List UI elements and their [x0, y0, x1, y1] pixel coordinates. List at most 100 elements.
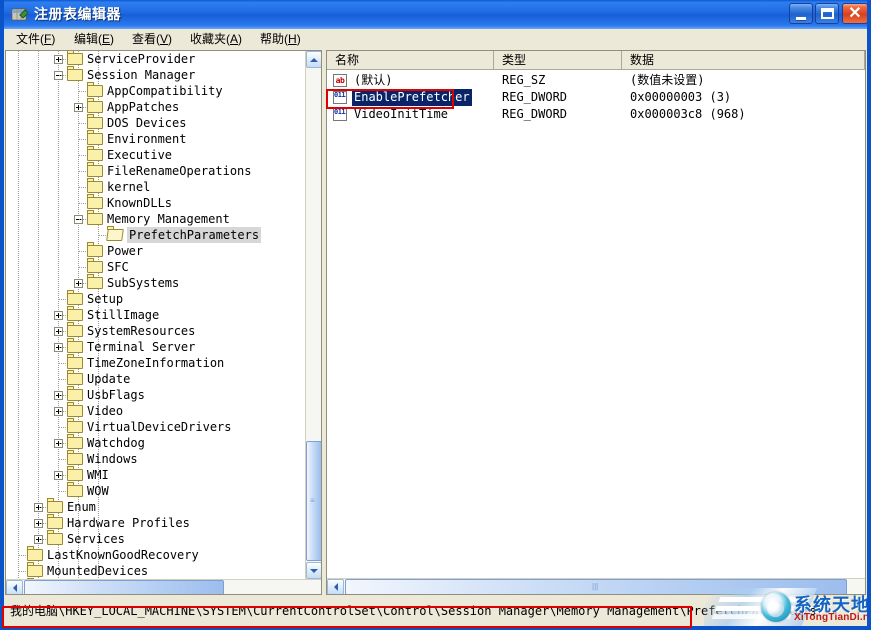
- folder-icon: [67, 389, 84, 402]
- folder-icon: [67, 53, 84, 66]
- folder-icon: [47, 501, 64, 514]
- tree-indent-guide: [38, 51, 39, 579]
- tree-node-label: Terminal Server: [87, 339, 195, 355]
- menu-item-1[interactable]: 文件(F): [12, 31, 59, 48]
- tree-node-label: TimeZoneInformation: [87, 355, 224, 371]
- folder-icon: [67, 373, 84, 386]
- tree-node-label: Services: [67, 531, 125, 547]
- tree-vertical-scrollbar[interactable]: ≡: [305, 51, 321, 579]
- tree-node-label: MountedDevices: [47, 563, 148, 579]
- folder-icon: [67, 437, 84, 450]
- registry-tree-pane[interactable]: ServiceProviderSession ManagerAppCompati…: [5, 50, 322, 595]
- close-icon: ✕: [843, 4, 867, 23]
- tree-node-label: UsbFlags: [87, 387, 145, 403]
- folder-icon: [67, 421, 84, 434]
- registry-editor-icon: [11, 6, 28, 23]
- value-name: VideoInitTime: [352, 106, 450, 123]
- tree-node-label: Executive: [107, 147, 172, 163]
- tree-node-label: Enum: [67, 499, 96, 515]
- status-bar: 我的电脑\HKEY_LOCAL_MACHINE\SYSTEM\CurrentCo…: [5, 599, 866, 620]
- tree-node-label: FileRenameOperations: [107, 163, 252, 179]
- maximize-icon: [816, 4, 838, 23]
- tree-node-label: Video: [87, 403, 123, 419]
- window-title: 注册表编辑器: [34, 4, 121, 24]
- folder-icon: [67, 309, 84, 322]
- folder-icon: [87, 85, 104, 98]
- folder-icon: [87, 117, 104, 130]
- tree-scroll-down-button[interactable]: [306, 562, 322, 579]
- tree-scroll-thumb[interactable]: ≡: [306, 441, 322, 561]
- tree-node-label: SFC: [107, 259, 129, 275]
- tree-horizontal-scrollbar[interactable]: [6, 579, 321, 595]
- value-data: (数值未设置): [630, 72, 704, 89]
- menu-item-4[interactable]: 收藏夹(A): [186, 31, 246, 48]
- tree-node-label: VirtualDeviceDrivers: [87, 419, 232, 435]
- folder-icon: [87, 213, 104, 226]
- close-button[interactable]: ✕: [842, 3, 868, 24]
- folder-icon: [87, 133, 104, 146]
- list-hscroll-thumb[interactable]: |||: [345, 579, 847, 595]
- tree-node-label: SubSystems: [107, 275, 179, 291]
- column-header-3[interactable]: 数据: [622, 51, 865, 69]
- menu-bar: 文件(F) 编辑(E) 查看(V) 收藏夹(A) 帮助(H): [4, 29, 867, 51]
- client-area: ServiceProviderSession ManagerAppCompati…: [4, 50, 867, 606]
- tree-node-label: Environment: [107, 131, 186, 147]
- folder-icon: [27, 565, 44, 578]
- tree-node-label: Update: [87, 371, 130, 387]
- menu-item-label: 编辑: [74, 32, 98, 46]
- value-name: (默认): [352, 72, 394, 89]
- open-folder-icon: [107, 229, 124, 242]
- tree-hscroll-thumb[interactable]: [24, 580, 224, 595]
- tree-node-label: ServiceProvider: [87, 51, 195, 67]
- string-value-icon: ab: [333, 74, 347, 87]
- tree-scroll-left-button[interactable]: [6, 580, 23, 595]
- value-name: EnablePrefetcher: [352, 89, 472, 106]
- folder-icon: [87, 261, 104, 274]
- column-header-2[interactable]: 类型: [494, 51, 622, 69]
- tree-node-label: Memory Management: [107, 211, 230, 227]
- column-header-1[interactable]: 名称: [327, 51, 494, 69]
- folder-icon: [67, 453, 84, 466]
- tree-node-label: Hardware Profiles: [67, 515, 190, 531]
- tree-node-label: Windows: [87, 451, 138, 467]
- folder-icon: [87, 181, 104, 194]
- folder-icon: [67, 485, 84, 498]
- tree-node-label: KnownDLLs: [107, 195, 172, 211]
- dword-value-icon: 011100: [333, 91, 347, 104]
- menu-item-5[interactable]: 帮助(H): [256, 31, 305, 48]
- menu-item-label: 帮助: [260, 32, 284, 46]
- tree-node-label: StillImage: [87, 307, 159, 323]
- menu-item-accelerator: (E): [98, 32, 114, 46]
- tree-node-label: SystemResources: [87, 323, 195, 339]
- value-type: REG_DWORD: [502, 106, 567, 123]
- menu-item-accelerator: (A): [226, 32, 242, 46]
- registry-values-pane[interactable]: 名称类型数据 ab(默认)REG_SZ(数值未设置)011100EnablePr…: [326, 50, 866, 595]
- value-row[interactable]: ab(默认)REG_SZ(数值未设置): [327, 72, 865, 89]
- value-row[interactable]: 011100 EnablePrefetcher REG_DWORD 0x0000000…: [327, 89, 865, 106]
- menu-item-label: 查看: [132, 32, 156, 46]
- list-scroll-left-button[interactable]: [327, 579, 344, 595]
- title-bar[interactable]: 注册表编辑器 ✕: [4, 0, 871, 29]
- menu-item-accelerator: (V): [156, 32, 172, 46]
- menu-item-accelerator: (F): [40, 32, 55, 46]
- tree-node-label: LastKnownGoodRecovery: [47, 547, 199, 563]
- folder-icon: [27, 549, 44, 562]
- tree-node-label: Setup: [87, 291, 123, 307]
- tree-node-label: Watchdog: [87, 435, 145, 451]
- registry-path-text: 我的电脑\HKEY_LOCAL_MACHINE\SYSTEM\CurrentCo…: [10, 602, 817, 619]
- folder-icon: [67, 293, 84, 306]
- value-data: 0x00000003 (3): [630, 89, 731, 106]
- value-row[interactable]: 011100VideoInitTimeREG_DWORD0x000003c8 (…: [327, 106, 865, 123]
- tree-node-label: Power: [107, 243, 143, 259]
- list-horizontal-scrollbar[interactable]: |||: [327, 578, 865, 594]
- maximize-button[interactable]: [815, 3, 839, 24]
- tree-scroll-up-button[interactable]: [306, 51, 322, 68]
- value-type: REG_DWORD: [502, 89, 567, 106]
- menu-item-label: 收藏夹: [190, 32, 226, 46]
- minimize-icon: [790, 4, 812, 23]
- folder-icon: [67, 341, 84, 354]
- menu-item-3[interactable]: 查看(V): [128, 31, 176, 48]
- minimize-button[interactable]: [789, 3, 813, 24]
- menu-item-2[interactable]: 编辑(E): [70, 31, 118, 48]
- folder-icon: [67, 69, 84, 82]
